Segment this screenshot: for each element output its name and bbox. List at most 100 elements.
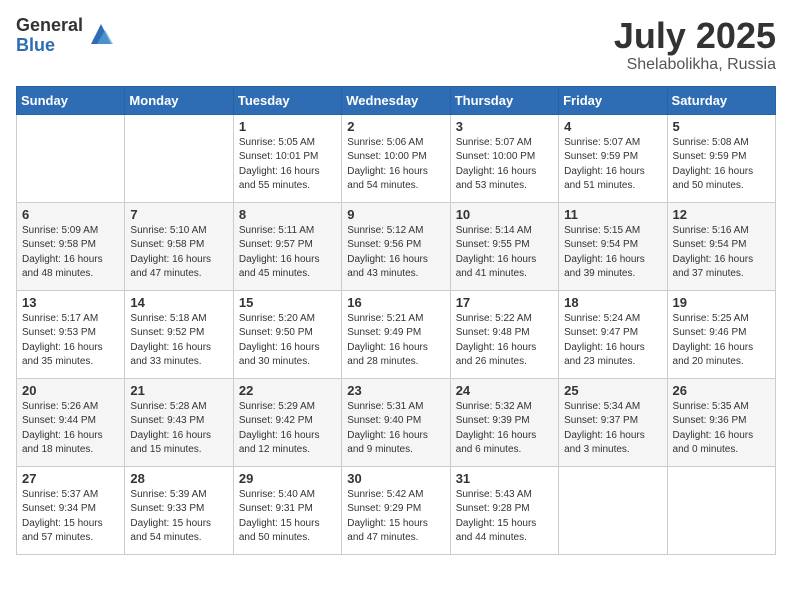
day-number: 30 [347,471,444,486]
day-info: Sunrise: 5:17 AM Sunset: 9:53 PM Dayligh… [22,312,119,370]
day-info: Sunrise: 5:07 AM Sunset: 10:00 PM Daylig… [456,136,553,194]
calendar-cell: 10 Sunrise: 5:14 AM Sunset: 9:55 PM Dayli… [450,202,558,290]
calendar-week-row: 1 Sunrise: 5:05 AM Sunset: 10:01 PM Dayli… [17,114,776,202]
day-info: Sunrise: 5:15 AM Sunset: 9:54 PM Dayligh… [564,224,661,282]
day-info: Sunrise: 5:11 AM Sunset: 9:57 PM Dayligh… [239,224,336,282]
calendar-cell: 19 Sunrise: 5:25 AM Sunset: 9:46 PM Dayli… [667,290,775,378]
calendar-cell: 28Sunrise: 5:39 AM Sunset: 9:33 PM Dayli… [125,466,233,554]
calendar-cell: 1 Sunrise: 5:05 AM Sunset: 10:01 PM Dayli… [233,114,341,202]
logo-icon [87,20,115,48]
calendar-week-row: 20 Sunrise: 5:26 AM Sunset: 9:44 PM Dayli… [17,378,776,466]
day-number: 29 [239,471,336,486]
calendar-header-row: SundayMondayTuesdayWednesdayThursdayFrid… [17,86,776,114]
calendar-cell: 6 Sunrise: 5:09 AM Sunset: 9:58 PM Daylig… [17,202,125,290]
day-number: 10 [456,207,553,222]
calendar-week-row: 27Sunrise: 5:37 AM Sunset: 9:34 PM Dayli… [17,466,776,554]
day-info: Sunrise: 5:43 AM Sunset: 9:28 PM Dayligh… [456,488,553,546]
calendar-cell [667,466,775,554]
day-number: 7 [130,207,227,222]
column-header-friday: Friday [559,86,667,114]
day-number: 25 [564,383,661,398]
day-info: Sunrise: 5:32 AM Sunset: 9:39 PM Dayligh… [456,400,553,458]
day-number: 3 [456,119,553,134]
calendar-cell: 3 Sunrise: 5:07 AM Sunset: 10:00 PM Dayli… [450,114,558,202]
day-info: Sunrise: 5:35 AM Sunset: 9:36 PM Dayligh… [673,400,770,458]
day-number: 6 [22,207,119,222]
day-info: Sunrise: 5:22 AM Sunset: 9:48 PM Dayligh… [456,312,553,370]
day-number: 20 [22,383,119,398]
logo-general-text: General [16,16,83,36]
calendar-week-row: 6 Sunrise: 5:09 AM Sunset: 9:58 PM Daylig… [17,202,776,290]
calendar-cell: 23 Sunrise: 5:31 AM Sunset: 9:40 PM Dayli… [342,378,450,466]
calendar-cell: 29 Sunrise: 5:40 AM Sunset: 9:31 PM Dayli… [233,466,341,554]
day-number: 13 [22,295,119,310]
day-number: 4 [564,119,661,134]
page-header: General Blue July 2025 Shelabolikha, Rus… [16,16,776,74]
title-block: July 2025 Shelabolikha, Russia [614,16,776,74]
calendar-cell: 25 Sunrise: 5:34 AM Sunset: 9:37 PM Dayli… [559,378,667,466]
day-info: Sunrise: 5:24 AM Sunset: 9:47 PM Dayligh… [564,312,661,370]
day-number: 15 [239,295,336,310]
day-info: Sunrise: 5:12 AM Sunset: 9:56 PM Dayligh… [347,224,444,282]
day-info: Sunrise: 5:37 AM Sunset: 9:34 PM Dayligh… [22,488,119,546]
day-info: Sunrise: 5:29 AM Sunset: 9:42 PM Dayligh… [239,400,336,458]
day-number: 16 [347,295,444,310]
logo: General Blue [16,16,115,56]
calendar-cell: 8Sunrise: 5:11 AM Sunset: 9:57 PM Daylig… [233,202,341,290]
column-header-wednesday: Wednesday [342,86,450,114]
day-info: Sunrise: 5:20 AM Sunset: 9:50 PM Dayligh… [239,312,336,370]
day-info: Sunrise: 5:07 AM Sunset: 9:59 PM Dayligh… [564,136,661,194]
day-number: 9 [347,207,444,222]
calendar-cell: 16 Sunrise: 5:21 AM Sunset: 9:49 PM Dayli… [342,290,450,378]
calendar-cell: 21Sunrise: 5:28 AM Sunset: 9:43 PM Dayli… [125,378,233,466]
day-info: Sunrise: 5:39 AM Sunset: 9:33 PM Dayligh… [130,488,227,546]
calendar-cell: 7Sunrise: 5:10 AM Sunset: 9:58 PM Daylig… [125,202,233,290]
day-number: 2 [347,119,444,134]
day-info: Sunrise: 5:25 AM Sunset: 9:46 PM Dayligh… [673,312,770,370]
day-info: Sunrise: 5:05 AM Sunset: 10:01 PM Daylig… [239,136,336,194]
day-info: Sunrise: 5:28 AM Sunset: 9:43 PM Dayligh… [130,400,227,458]
location-subtitle: Shelabolikha, Russia [614,56,776,74]
day-info: Sunrise: 5:40 AM Sunset: 9:31 PM Dayligh… [239,488,336,546]
calendar-cell: 24Sunrise: 5:32 AM Sunset: 9:39 PM Dayli… [450,378,558,466]
calendar-cell: 13 Sunrise: 5:17 AM Sunset: 9:53 PM Dayli… [17,290,125,378]
calendar-cell: 12Sunrise: 5:16 AM Sunset: 9:54 PM Dayli… [667,202,775,290]
calendar-cell: 31Sunrise: 5:43 AM Sunset: 9:28 PM Dayli… [450,466,558,554]
day-info: Sunrise: 5:08 AM Sunset: 9:59 PM Dayligh… [673,136,770,194]
calendar-cell: 4 Sunrise: 5:07 AM Sunset: 9:59 PM Daylig… [559,114,667,202]
column-header-thursday: Thursday [450,86,558,114]
day-info: Sunrise: 5:21 AM Sunset: 9:49 PM Dayligh… [347,312,444,370]
calendar-cell: 30 Sunrise: 5:42 AM Sunset: 9:29 PM Dayli… [342,466,450,554]
calendar-cell [17,114,125,202]
column-header-tuesday: Tuesday [233,86,341,114]
column-header-monday: Monday [125,86,233,114]
calendar-cell: 15 Sunrise: 5:20 AM Sunset: 9:50 PM Dayli… [233,290,341,378]
calendar-cell: 2Sunrise: 5:06 AM Sunset: 10:00 PM Dayli… [342,114,450,202]
day-info: Sunrise: 5:16 AM Sunset: 9:54 PM Dayligh… [673,224,770,282]
day-info: Sunrise: 5:09 AM Sunset: 9:58 PM Dayligh… [22,224,119,282]
day-number: 1 [239,119,336,134]
day-number: 26 [673,383,770,398]
calendar-cell: 5 Sunrise: 5:08 AM Sunset: 9:59 PM Daylig… [667,114,775,202]
day-number: 11 [564,207,661,222]
day-info: Sunrise: 5:14 AM Sunset: 9:55 PM Dayligh… [456,224,553,282]
day-info: Sunrise: 5:26 AM Sunset: 9:44 PM Dayligh… [22,400,119,458]
day-info: Sunrise: 5:42 AM Sunset: 9:29 PM Dayligh… [347,488,444,546]
calendar-cell: 9 Sunrise: 5:12 AM Sunset: 9:56 PM Daylig… [342,202,450,290]
day-info: Sunrise: 5:18 AM Sunset: 9:52 PM Dayligh… [130,312,227,370]
day-info: Sunrise: 5:31 AM Sunset: 9:40 PM Dayligh… [347,400,444,458]
day-number: 18 [564,295,661,310]
month-year-title: July 2025 [614,16,776,56]
day-number: 19 [673,295,770,310]
day-number: 5 [673,119,770,134]
day-number: 17 [456,295,553,310]
column-header-saturday: Saturday [667,86,775,114]
calendar-cell: 17 Sunrise: 5:22 AM Sunset: 9:48 PM Dayli… [450,290,558,378]
calendar-table: SundayMondayTuesdayWednesdayThursdayFrid… [16,86,776,555]
day-number: 23 [347,383,444,398]
calendar-cell: 11 Sunrise: 5:15 AM Sunset: 9:54 PM Dayli… [559,202,667,290]
day-info: Sunrise: 5:34 AM Sunset: 9:37 PM Dayligh… [564,400,661,458]
day-number: 14 [130,295,227,310]
calendar-cell [559,466,667,554]
logo-blue-text: Blue [16,36,83,56]
